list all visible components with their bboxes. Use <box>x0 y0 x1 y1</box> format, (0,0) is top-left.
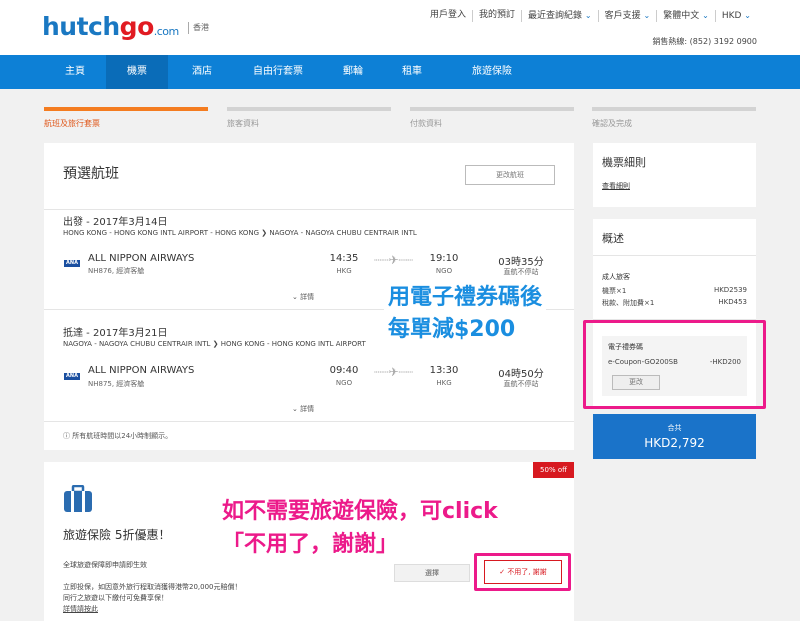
divider <box>44 421 574 422</box>
divider <box>593 255 756 256</box>
step-label: 旅客資料 <box>227 119 259 128</box>
insurance-annotation-line2: 「不用了，謝謝」 <box>218 530 403 560</box>
details-toggle[interactable]: ⌄ 詳情 <box>292 292 314 302</box>
return-route: NAGOYA - NAGOYA CHUBU CENTRAIR INTL ❯ HO… <box>63 340 366 348</box>
arrival-code: NGO <box>435 267 453 275</box>
highlight-box <box>474 553 571 591</box>
insurance-annotation-line1: 如不需要旅遊保險，可click <box>218 497 502 527</box>
region-label: 香港 <box>193 23 209 32</box>
summary-title: 概述 <box>602 232 624 245</box>
arrival-code: HKG <box>436 379 452 387</box>
fare-rules-title: 機票細則 <box>602 156 646 169</box>
insurance-text: 同行之旅遊以下繳付可免費享保！ <box>63 594 168 602</box>
nav-travel-insurance[interactable]: 旅遊保險 <box>462 55 522 89</box>
plane-icon: ┈┈✈┈┈ <box>374 253 413 267</box>
step-bar <box>592 107 756 111</box>
divider <box>44 209 574 210</box>
step-flights: 航班及旅行套票 <box>44 107 208 129</box>
total-amount: HKD2,792 <box>644 436 705 450</box>
ana-logo-icon: ANA <box>64 373 80 380</box>
language-dropdown[interactable]: 繁體中文 ⌄ <box>656 10 715 22</box>
chevron-down-icon: ⌄ <box>584 11 592 20</box>
recent-searches-dropdown[interactable]: 最近查詢紀錄 ⌄ <box>521 10 598 22</box>
logo-divider <box>188 22 189 34</box>
info-icon: ⓘ <box>63 432 73 440</box>
chevron-down-icon: ⌄ <box>744 11 751 20</box>
airline-name: ALL NIPPON AIRWAYS <box>88 365 195 376</box>
departure-time: 14:35 <box>329 253 359 264</box>
time-notice: ⓘ 所有航班時間以24小時制顯示。 <box>63 432 173 440</box>
outbound-route: HONG KONG - HONG KONG INTL AIRPORT - HON… <box>63 229 417 237</box>
step-bar <box>227 107 391 111</box>
sales-hotline: 銷售熱線: (852) 3192 0900 <box>652 37 757 46</box>
arrival-time: 13:30 <box>429 365 459 376</box>
luggage-icon <box>64 485 92 512</box>
return-date: 抵達 - 2017年3月21日 <box>63 328 168 339</box>
step-confirm: 確認及完成 <box>592 107 756 129</box>
login-link[interactable]: 用戶登入 <box>424 10 472 22</box>
passenger-label: 成人旅客 <box>602 273 630 281</box>
coupon-annotation-line1: 用電子禮券碼後 <box>384 284 547 312</box>
my-bookings-link[interactable]: 我的預訂 <box>472 10 521 22</box>
flight-duration: 04時50分 <box>498 369 544 380</box>
nav-cruises[interactable]: 郵輪 <box>333 55 373 89</box>
step-label: 確認及完成 <box>592 119 632 128</box>
step-payment: 付款資料 <box>410 107 574 129</box>
top-nav: 用戶登入 我的預訂 最近查詢紀錄 ⌄ 客戶支援 ⌄ 繁體中文 ⌄ HKD ⌄ <box>424 10 757 22</box>
nav-packages[interactable]: 自由行套票 <box>247 55 309 89</box>
step-label: 航班及旅行套票 <box>44 119 100 128</box>
coupon-annotation-line2: 每單減$200 <box>384 316 520 344</box>
change-flight-button[interactable]: 更改航班 <box>465 165 555 185</box>
departure-time: 09:40 <box>329 365 359 376</box>
insurance-details-link[interactable]: 詳情請按此 <box>63 604 98 614</box>
nav-hotels[interactable]: 酒店 <box>182 55 222 89</box>
chevron-down-icon: ⌄ <box>292 293 301 301</box>
fare-rules-card: 機票細則 查看細則 <box>593 143 756 207</box>
departure-code: NGO <box>335 379 353 387</box>
arrival-time: 19:10 <box>429 253 459 264</box>
flights-title: 預選航班 <box>63 166 119 182</box>
step-passenger: 旅客資料 <box>227 107 391 129</box>
highlight-box <box>583 320 766 409</box>
airline-name: ALL NIPPON AIRWAYS <box>88 253 195 264</box>
total-price-box: 合共 HKD2,792 <box>593 414 756 459</box>
nav-flights[interactable]: 機票 <box>106 55 168 89</box>
support-dropdown[interactable]: 客戶支援 ⌄ <box>597 10 657 22</box>
flight-number: NH876, 經濟客艙 <box>88 267 145 275</box>
total-label: 合共 <box>667 424 682 432</box>
chevron-down-icon: ⌄ <box>702 11 709 20</box>
view-rules-link[interactable]: 查看細則 <box>602 181 630 191</box>
main-nav: 主頁 機票 酒店 自由行套票 郵輪 租車 旅遊保險 <box>0 55 800 89</box>
nav-home[interactable]: 主頁 <box>55 55 95 89</box>
insurance-text: 立即投保，如因意外旅行程取消獲得港幣20,000元賠償！ <box>63 583 242 591</box>
currency-dropdown[interactable]: HKD ⌄ <box>714 10 757 22</box>
departure-code: HKG <box>336 267 352 275</box>
hutchgo-logo[interactable]: hutchgo.com <box>42 12 179 41</box>
flight-duration: 03時35分 <box>498 257 544 268</box>
details-toggle[interactable]: ⌄ 詳情 <box>292 404 314 414</box>
chevron-down-icon: ⌄ <box>292 405 301 413</box>
nav-car-rental[interactable]: 租車 <box>392 55 432 89</box>
insurance-text: 全球旅遊保障即申請即生效 <box>63 561 147 569</box>
select-insurance-button[interactable]: 選擇 <box>394 564 470 582</box>
flight-number: NH875, 經濟客艙 <box>88 380 145 388</box>
ana-logo-icon: ANA <box>64 260 80 267</box>
outbound-date: 出發 - 2017年3月14日 <box>63 217 168 228</box>
step-label: 付款資料 <box>410 119 442 128</box>
step-bar <box>410 107 574 111</box>
top-header: hutchgo.com 香港 用戶登入 我的預訂 最近查詢紀錄 ⌄ 客戶支援 ⌄… <box>0 0 800 55</box>
step-bar <box>44 107 208 111</box>
direct-flight-label: 直航不停站 <box>503 268 539 276</box>
insurance-title: 旅遊保險 5折優惠！ <box>63 528 171 542</box>
direct-flight-label: 直航不停站 <box>503 380 539 388</box>
fare-row: 機票×1 HKD2539 <box>602 286 747 295</box>
discount-badge: 50% off <box>533 462 574 478</box>
plane-icon: ┈┈✈┈┈ <box>374 365 413 379</box>
tax-row: 稅款、附加費×1 HKD453 <box>602 298 747 307</box>
chevron-down-icon: ⌄ <box>643 11 651 20</box>
